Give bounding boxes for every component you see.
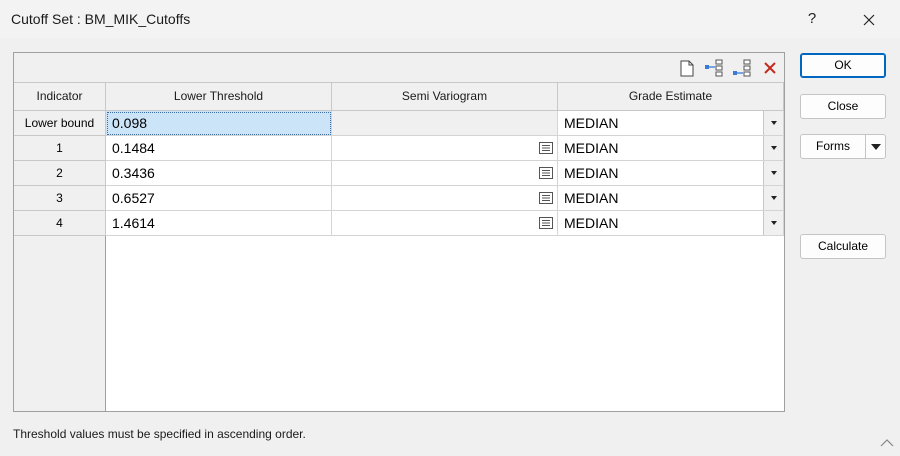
browse-list-icon[interactable] [539,167,553,179]
dropdown-button[interactable] [763,211,783,235]
dropdown-button[interactable] [763,186,783,210]
chevron-down-icon [770,146,777,150]
status-message: Threshold values must be specified in as… [13,427,306,441]
browse-list-icon[interactable] [539,192,553,204]
close-icon [863,14,875,26]
calculate-button[interactable]: Calculate [800,234,886,259]
forms-button[interactable]: Forms [800,134,886,159]
grade-estimate-dropdown[interactable]: MEDIAN [558,211,784,236]
row-header[interactable]: 3 [14,186,106,211]
delete-row-button[interactable] [759,57,781,79]
chevron-down-icon [770,121,777,125]
new-document-button[interactable] [676,57,698,79]
grade-estimate-value: MEDIAN [564,165,619,181]
row-header[interactable]: Lower bound [14,111,106,136]
chevron-down-icon [770,221,777,225]
row-header[interactable]: 1 [14,136,106,161]
row-header-filler [14,236,106,411]
browse-list-icon[interactable] [539,142,553,154]
ok-button[interactable]: OK [800,53,886,78]
semi-variogram-cell[interactable] [332,136,558,161]
grade-estimate-value: MEDIAN [564,115,619,131]
dropdown-button[interactable] [763,161,783,185]
grade-estimate-dropdown[interactable]: MEDIAN [558,186,784,211]
close-window-button[interactable] [852,4,886,34]
chevron-down-icon [770,171,777,175]
row-header[interactable]: 4 [14,211,106,236]
dropdown-button[interactable] [763,136,783,160]
grade-estimate-value: MEDIAN [564,190,619,206]
lower-threshold-cell[interactable]: 0.6527 [106,186,332,211]
dropdown-button[interactable] [763,111,783,135]
forms-dropdown-button[interactable] [865,135,885,158]
chevron-down-icon [770,196,777,200]
help-button[interactable]: ? [798,4,826,34]
indicator-column-header[interactable]: Indicator [14,83,106,111]
append-row-button[interactable] [731,57,753,79]
semi-variogram-column-header[interactable]: Semi Variogram [332,83,558,111]
grade-estimate-value: MEDIAN [564,140,619,156]
semi-variogram-cell[interactable] [332,186,558,211]
lower-threshold-cell[interactable]: 0.098 [106,111,332,136]
semi-variogram-cell[interactable] [332,211,558,236]
append-row-icon [733,59,751,77]
grid-toolbar [14,53,784,83]
grade-estimate-value: MEDIAN [564,215,619,231]
row-header[interactable]: 2 [14,161,106,186]
grade-estimate-dropdown[interactable]: MEDIAN [558,136,784,161]
lower-threshold-column-header[interactable]: Lower Threshold [106,83,332,111]
insert-row-icon [705,59,723,77]
browse-list-icon[interactable] [539,217,553,229]
semi-variogram-cell[interactable] [332,161,558,186]
lower-threshold-cell[interactable]: 0.3436 [106,161,332,186]
cutoff-grid-panel: Indicator Lower Threshold Semi Variogram… [13,52,785,412]
collapse-chevron-icon[interactable] [880,438,894,448]
forms-label: Forms [816,139,850,153]
close-button[interactable]: Close [800,94,886,119]
title-bar: Cutoff Set : BM_MIK_Cutoffs ? [0,0,900,38]
grade-estimate-dropdown[interactable]: MEDIAN [558,111,784,136]
window-title: Cutoff Set : BM_MIK_Cutoffs [11,11,191,27]
delete-icon [764,62,776,74]
grade-estimate-dropdown[interactable]: MEDIAN [558,161,784,186]
new-document-icon [680,60,694,76]
grade-estimate-column-header[interactable]: Grade Estimate [558,83,784,111]
lower-threshold-cell[interactable]: 1.4614 [106,211,332,236]
insert-row-button[interactable] [703,57,725,79]
semi-variogram-cell [332,111,558,136]
lower-threshold-cell[interactable]: 0.1484 [106,136,332,161]
chevron-down-icon [870,143,881,150]
